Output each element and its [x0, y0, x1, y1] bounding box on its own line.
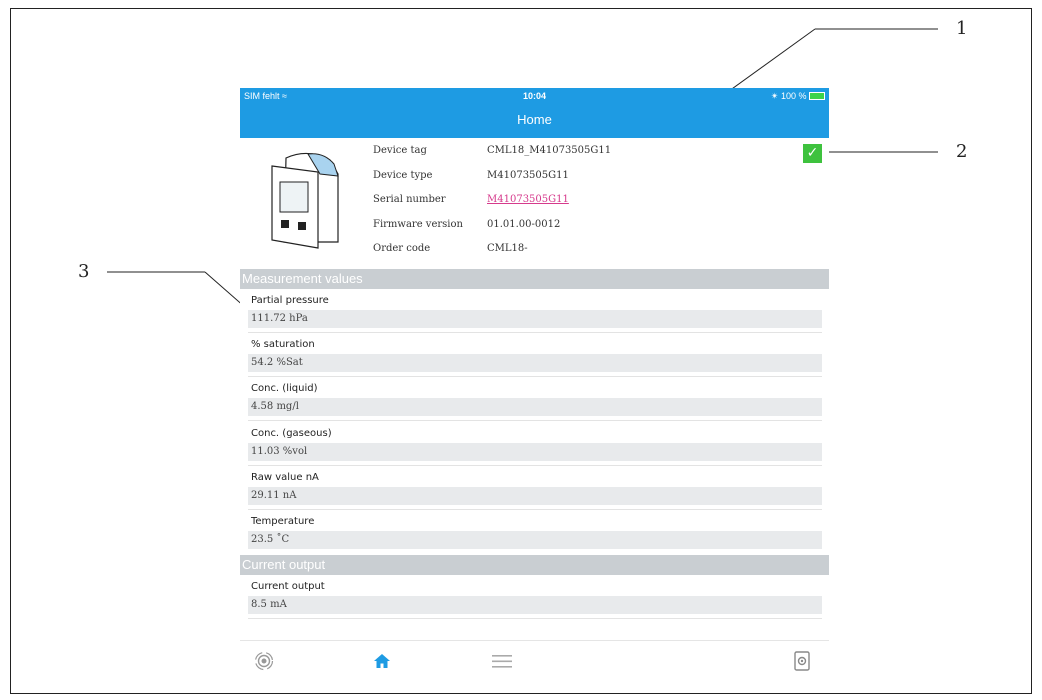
measurement-item[interactable]: Partial pressure 111.72 hPa	[248, 292, 822, 328]
measurement-name: Conc. (gaseous)	[251, 428, 332, 439]
info-label: Order code	[373, 243, 431, 255]
tab-bar	[240, 640, 829, 681]
measurement-value: 29.11 nA	[248, 487, 822, 505]
home-icon[interactable]	[370, 651, 394, 673]
info-value: M41073505G11	[487, 169, 569, 181]
status-time: 10:04	[522, 91, 547, 101]
bluetooth-icon: ✴	[770, 91, 779, 101]
callout-2: 2	[956, 141, 968, 162]
battery-percent: 100 %	[780, 91, 807, 101]
measurement-value: 4.58 mg/l	[248, 398, 822, 416]
divider	[248, 376, 822, 377]
measurement-name: Raw value nA	[251, 472, 319, 483]
divider	[248, 465, 822, 466]
measurement-item[interactable]: Conc. (liquid) 4.58 mg/l	[248, 380, 822, 416]
info-value: CML18_M41073505G11	[487, 145, 612, 156]
battery-icon	[809, 92, 825, 100]
divider	[248, 420, 822, 421]
measurement-value: 8.5 mA	[248, 596, 822, 614]
measurement-name: Temperature	[251, 516, 315, 527]
measurement-value: 54.2 %Sat	[248, 354, 822, 372]
measurement-value: 23.5 ˚C	[248, 531, 822, 549]
measurement-name: Partial pressure	[251, 295, 329, 306]
connection-icon[interactable]	[252, 651, 276, 673]
device-image	[271, 152, 339, 249]
measurement-name: Current output	[251, 581, 325, 592]
info-label: Serial number	[373, 194, 446, 206]
callout-1: 1	[956, 18, 968, 39]
measurement-value: 111.72 hPa	[248, 310, 822, 328]
measurement-name: % saturation	[251, 339, 315, 350]
divider	[248, 618, 822, 619]
current-output-item[interactable]: Current output 8.5 mA	[248, 578, 822, 614]
measurement-item[interactable]: % saturation 54.2 %Sat	[248, 336, 822, 372]
measurement-name: Conc. (liquid)	[251, 383, 318, 394]
info-label: Device type	[373, 169, 433, 181]
measurement-item[interactable]: Raw value nA 29.11 nA	[248, 469, 822, 505]
measurement-value: 11.03 %vol	[248, 443, 822, 461]
status-ok-icon[interactable]: ✓	[803, 144, 822, 163]
measurement-item[interactable]: Temperature 23.5 ˚C	[248, 513, 822, 549]
divider	[248, 332, 822, 333]
measurement-item[interactable]: Conc. (gaseous) 11.03 %vol	[248, 425, 822, 461]
info-value: CML18-	[487, 243, 528, 255]
divider	[248, 509, 822, 510]
status-bar: SIM fehlt ≈ 10:04 ✴ 100 %	[240, 88, 829, 105]
info-label: Firmware version	[373, 218, 463, 230]
app-screen: SIM fehlt ≈ 10:04 ✴ 100 % Home Device ta…	[240, 88, 829, 680]
callout-3: 3	[78, 261, 90, 282]
section-header-current-output: Current output	[240, 555, 829, 575]
device-icon[interactable]	[790, 651, 814, 673]
info-label: Device tag	[373, 145, 427, 156]
nav-title: Home	[240, 105, 829, 138]
section-header-measurement: Measurement values	[240, 269, 829, 289]
info-value: 01.01.00-0012	[487, 218, 561, 230]
serial-number-link[interactable]: M41073505G11	[487, 194, 687, 205]
menu-icon[interactable]	[490, 651, 514, 673]
